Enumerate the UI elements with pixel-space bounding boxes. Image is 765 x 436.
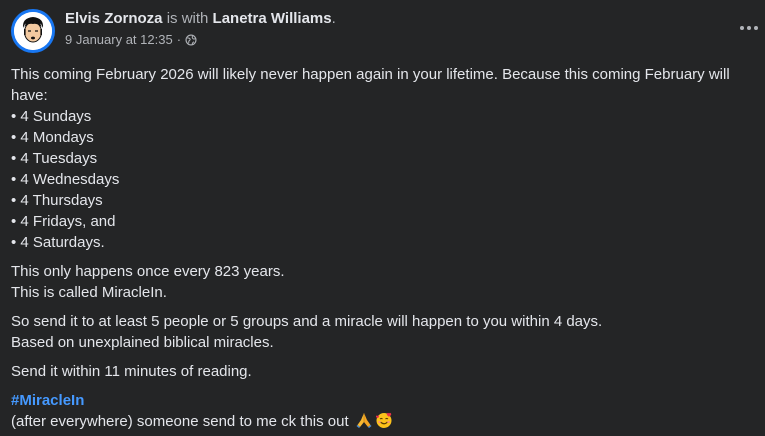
with-text: is with (162, 10, 213, 27)
tagged-person-name[interactable]: Lanetra Williams (213, 10, 332, 27)
author-name[interactable]: Elvis Zornoza (65, 10, 163, 27)
smiling-face-with-hearts-emoji-icon (375, 411, 393, 429)
author-line: Elvis Zornoza is with Lanetra Williams. (65, 10, 725, 28)
bullet-item: • 4 Saturdays. (11, 234, 105, 251)
bullet-item: • 4 Fridays, and (11, 213, 116, 230)
bullet-item: • 4 Mondays (11, 129, 94, 146)
post-body: This coming February 2026 will likely ne… (11, 64, 757, 432)
hashtag-line: #MiracleIn (11, 390, 757, 411)
bullet-item: • 4 Sundays (11, 108, 92, 125)
post-timestamp[interactable]: 9 January at 12:35 (65, 32, 173, 48)
paragraph-line: This is called MiracleIn. (11, 284, 167, 301)
final-line: (after everywhere) someone send to me ck… (11, 411, 757, 432)
paragraph-line: This only happens once every 823 years. (11, 263, 285, 280)
paragraph-line: Send it within 11 minutes of reading. (11, 363, 252, 380)
more-options-button[interactable] (737, 18, 761, 38)
more-options-icon (740, 26, 758, 30)
globe-icon[interactable] (185, 34, 197, 46)
post-intro: This coming February 2026 will likely ne… (11, 66, 730, 104)
end-period: . (331, 10, 336, 27)
hashtag-link[interactable]: #MiracleIn (11, 392, 84, 409)
author-avatar[interactable] (11, 9, 55, 53)
folded-hands-emoji-icon (355, 411, 373, 429)
final-line-text: (after everywhere) someone send to me ck… (11, 413, 353, 430)
paragraph-line: Based on unexplained biblical miracles. (11, 334, 274, 351)
paragraph-line: So send it to at least 5 people or 5 gro… (11, 313, 603, 330)
post-meta: 9 January at 12:35 · (65, 32, 725, 48)
bullet-item: • 4 Wednesdays (11, 171, 120, 188)
avatar-illustration (14, 12, 52, 50)
bullet-item: • 4 Tuesdays (11, 150, 98, 167)
post-card: Elvis Zornoza is with Lanetra Williams. … (0, 0, 765, 436)
post-header: Elvis Zornoza is with Lanetra Williams. … (65, 10, 725, 48)
bullet-item: • 4 Thursdays (11, 192, 103, 209)
meta-separator: · (176, 32, 182, 47)
